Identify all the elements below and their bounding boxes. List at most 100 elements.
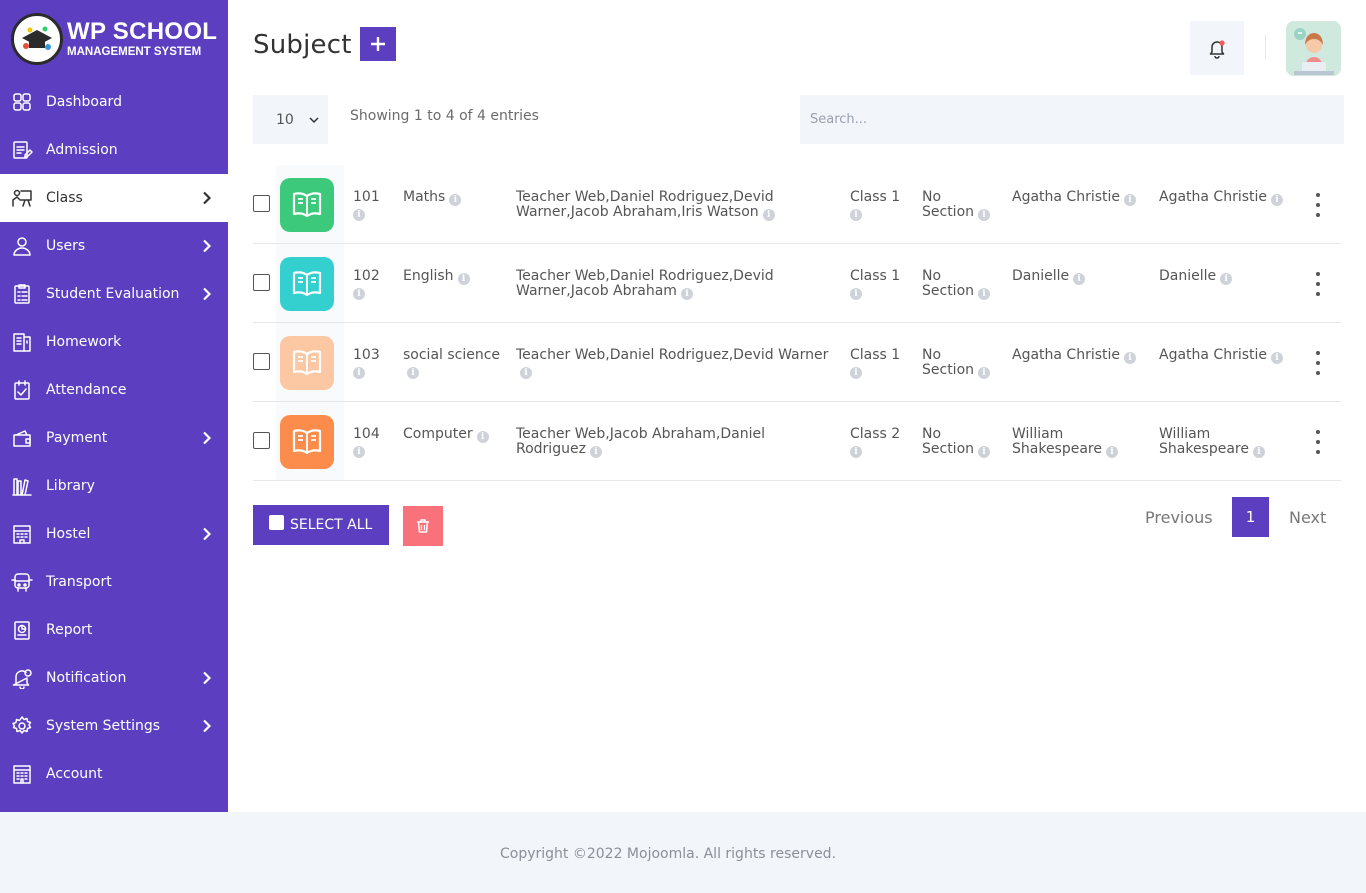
search-input[interactable] — [800, 95, 1344, 144]
info-icon[interactable]: i — [476, 431, 489, 443]
sidebar-item-label: Library — [46, 478, 95, 494]
info-icon[interactable]: i — [850, 367, 862, 379]
row-checkbox[interactable] — [253, 274, 270, 291]
sidebar-item-class[interactable]: Class — [0, 174, 228, 222]
row-checkbox[interactable] — [253, 195, 270, 212]
sidebar-item-student-evaluation[interactable]: Student Evaluation — [0, 270, 228, 318]
info-icon[interactable]: i — [978, 367, 991, 379]
sidebar: WP SCHOOL MANAGEMENT SYSTEM Dashboard Adm… — [0, 0, 228, 812]
info-icon[interactable]: i — [1253, 446, 1265, 458]
info-icon[interactable]: i — [1271, 194, 1284, 206]
sidebar-item-label: System Settings — [46, 718, 161, 734]
subject-code-cell: 103 i — [353, 348, 380, 379]
subject-code: 102 — [353, 268, 380, 284]
teacher-name: Agatha Christie — [1159, 189, 1268, 205]
info-icon[interactable]: i — [353, 288, 365, 300]
info-icon[interactable]: i — [850, 288, 862, 300]
row-actions-menu-icon[interactable] — [1313, 193, 1323, 217]
sidebar-item-label: Class — [46, 190, 83, 206]
info-icon[interactable]: i — [1271, 352, 1284, 364]
class-cell: Class 1 i — [850, 190, 900, 221]
user-icon — [11, 235, 33, 257]
pagination-next[interactable]: Next — [1289, 508, 1326, 527]
sidebar-item-attendance[interactable]: Attendance — [0, 366, 228, 414]
row-actions-menu-icon[interactable] — [1313, 351, 1323, 375]
info-icon[interactable]: i — [520, 367, 532, 379]
sidebar-item-transport[interactable]: Transport — [0, 558, 228, 606]
sidebar-item-report[interactable]: Report — [0, 606, 228, 654]
info-icon[interactable]: i — [353, 446, 365, 458]
pagination-page-current[interactable]: 1 — [1232, 497, 1269, 537]
info-icon[interactable]: i — [353, 209, 365, 221]
info-icon[interactable]: i — [1106, 446, 1118, 458]
teacher-name: William Shakespeare — [1159, 426, 1249, 457]
trash-icon — [417, 519, 429, 533]
teacher-cell-2: Danielle i — [1159, 269, 1294, 285]
page-length-select[interactable]: 10 — [253, 95, 328, 144]
teachers-cell: Teacher Web,Daniel Rodriguez,Devid Warne… — [516, 348, 836, 379]
subject-name-cell: Maths i — [403, 190, 503, 206]
chevron-right-icon — [203, 671, 212, 685]
class-name: Class 1 — [850, 268, 901, 284]
sidebar-item-admission[interactable]: Admission — [0, 126, 228, 174]
add-subject-button[interactable] — [360, 27, 396, 61]
info-icon[interactable]: i — [850, 446, 862, 458]
evaluation-clipboard-icon — [11, 283, 33, 305]
info-icon[interactable]: i — [1124, 194, 1137, 206]
info-icon[interactable]: i — [589, 446, 602, 458]
subject-name: English — [403, 268, 454, 284]
subject-code: 101 — [353, 189, 380, 205]
subject-name-cell: social science i — [403, 348, 503, 379]
book-icon — [292, 350, 322, 376]
sidebar-item-notification[interactable]: Notification — [0, 654, 228, 702]
sidebar-item-label: Transport — [46, 574, 112, 590]
sidebar-item-label: Homework — [46, 334, 122, 350]
pagination-previous[interactable]: Previous — [1145, 508, 1213, 527]
section-name: No Section — [922, 347, 975, 378]
sidebar-item-system-settings[interactable]: System Settings — [0, 702, 228, 750]
delete-selected-button[interactable] — [403, 506, 443, 546]
teachers-cell: Teacher Web,Jacob Abraham,Daniel Rodrigu… — [516, 427, 836, 458]
class-name: Class 1 — [850, 189, 901, 205]
sidebar-item-library[interactable]: Library — [0, 462, 228, 510]
info-icon[interactable]: i — [1124, 352, 1137, 364]
header-divider — [1265, 35, 1266, 59]
info-icon[interactable]: i — [1073, 273, 1086, 285]
subject-name: social science — [403, 347, 501, 363]
notifications-button[interactable] — [1190, 21, 1244, 75]
info-icon[interactable]: i — [1220, 273, 1233, 285]
info-icon[interactable]: i — [978, 209, 991, 221]
wallet-icon — [11, 427, 33, 449]
row-checkbox[interactable] — [253, 353, 270, 370]
plus-icon — [371, 37, 385, 51]
sidebar-item-users[interactable]: Users — [0, 222, 228, 270]
row-actions-menu-icon[interactable] — [1313, 272, 1323, 296]
sidebar-item-account[interactable]: Account — [0, 750, 228, 798]
hostel-building-icon — [11, 523, 33, 545]
teachers-list: Teacher Web,Daniel Rodriguez,Devid Warne… — [516, 347, 829, 363]
notification-bell-icon — [11, 667, 33, 689]
info-icon[interactable]: i — [762, 209, 775, 221]
info-icon[interactable]: i — [449, 194, 462, 206]
info-icon[interactable]: i — [978, 288, 991, 300]
sidebar-item-hostel[interactable]: Hostel — [0, 510, 228, 558]
sidebar-item-homework[interactable]: Homework — [0, 318, 228, 366]
info-icon[interactable]: i — [457, 273, 470, 285]
info-icon[interactable]: i — [850, 209, 862, 221]
row-checkbox[interactable] — [253, 432, 270, 449]
avatar[interactable] — [1286, 21, 1341, 76]
sidebar-item-dashboard[interactable]: Dashboard — [0, 78, 228, 126]
account-building-icon — [11, 763, 33, 785]
brand[interactable]: WP SCHOOL MANAGEMENT SYSTEM — [0, 0, 228, 78]
select-all-button[interactable]: SELECT ALL — [253, 505, 389, 545]
info-icon[interactable]: i — [353, 367, 365, 379]
sidebar-item-payment[interactable]: Payment — [0, 414, 228, 462]
info-icon[interactable]: i — [978, 446, 991, 458]
teacher-name: Danielle — [1159, 268, 1217, 284]
row-actions-menu-icon[interactable] — [1313, 430, 1323, 454]
info-icon[interactable]: i — [407, 367, 419, 379]
info-icon[interactable]: i — [680, 288, 693, 300]
select-all-checkbox[interactable] — [269, 514, 284, 530]
teacher-name: William Shakespeare — [1012, 426, 1102, 457]
teacher-name: Agatha Christie — [1012, 189, 1121, 205]
